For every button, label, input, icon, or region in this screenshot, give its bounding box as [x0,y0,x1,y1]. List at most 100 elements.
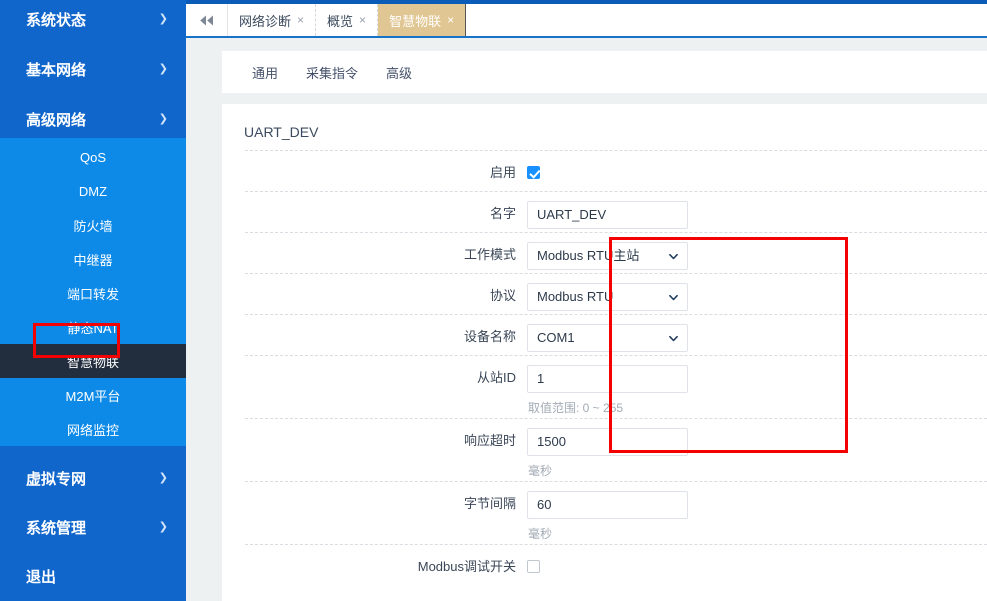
field-control-name: UART_DEV [527,201,987,229]
field-label-modbus-debug: Modbus调试开关 [245,554,527,580]
form-row-response-timeout: 响应超时 1500 毫秒 [245,418,987,481]
slave-id-input[interactable]: 1 [527,365,688,393]
field-control-device-name: COM1 [527,324,987,352]
sidebar-item-static-nat[interactable]: 静态NAT [0,310,186,344]
sidebar-group-system-management[interactable]: 系统管理 ❯ [0,508,186,546]
sidebar-item-label: 退出 [26,566,56,587]
sidebar-item-dmz[interactable]: DMZ [0,174,186,208]
tab-overview[interactable]: 概览 × [316,4,378,36]
work-mode-select[interactable]: Modbus RTU主站 [527,242,688,270]
app-root: 系统状态 ❯ 基本网络 ❯ 高级网络 ❯ QoS DMZ 防火墙 中继器 [0,0,987,601]
chevron-right-icon: ❯ [159,522,168,533]
field-control-enable [527,160,987,179]
field-label-slave-id: 从站ID [245,365,527,391]
sidebar-submenu-advanced-network: QoS DMZ 防火墙 中继器 端口转发 静态NAT 智慧物联 M2M平台 [0,138,186,446]
sidebar-item-logout[interactable]: 退出 [0,557,186,595]
sidebar-item-firewall[interactable]: 防火墙 [0,208,186,242]
close-icon[interactable]: × [359,13,366,27]
chevron-down-icon [669,252,678,261]
sidebar-item-smart-iot[interactable]: 智慧物联 [0,344,186,378]
sidebar-item-label: QoS [80,150,106,165]
sidebar-group-label: 系统管理 [26,517,86,538]
sidebar-item-label: DMZ [79,184,107,199]
field-control-response-timeout: 1500 毫秒 [527,428,987,481]
protocol-select[interactable]: Modbus RTU [527,283,688,311]
sidebar-item-network-monitor[interactable]: 网络监控 [0,412,186,446]
field-label-enable: 启用 [245,160,527,186]
tab-bar: 网络诊断 × 概览 × 智慧物联 × [186,4,987,38]
response-timeout-hint: 毫秒 [527,456,987,481]
sidebar-item-qos[interactable]: QoS [0,140,186,174]
sidebar-group-vpn[interactable]: 虚拟专网 ❯ [0,459,186,497]
sidebar-item-label: 智慧物联 [67,352,119,371]
double-chevron-left-icon[interactable] [186,4,228,36]
sidebar-item-label: 防火墙 [73,216,112,235]
chevron-right-icon: ❯ [159,64,168,75]
sidebar-group-label: 高级网络 [26,109,86,130]
main-area: 网络诊断 × 概览 × 智慧物联 × 通用 采集指令 高级 UART_DEV 启… [186,0,987,601]
device-name-value: COM1 [537,325,575,351]
sidebar-group-label: 系统状态 [26,9,86,30]
tab-label: 智慧物联 [389,11,441,30]
sidebar-item-m2m-platform[interactable]: M2M平台 [0,378,186,412]
sidebar-group-basic-network[interactable]: 基本网络 ❯ [0,50,186,88]
tab-smart-iot[interactable]: 智慧物联 × [378,4,466,36]
sidebar-item-label: 中继器 [73,250,112,269]
field-label-name: 名字 [245,201,527,227]
field-control-modbus-debug [527,554,987,573]
chevron-down-icon: ❯ [159,114,168,125]
close-icon[interactable]: × [297,13,304,27]
field-control-protocol: Modbus RTU [527,283,987,311]
sidebar-item-label: 网络监控 [67,420,119,439]
sidebar-group-advanced-network[interactable]: 高级网络 ❯ [0,100,186,138]
collapse-glyph [199,15,215,26]
work-mode-value: Modbus RTU主站 [537,243,639,269]
sidebar-item-port-forwarding[interactable]: 端口转发 [0,276,186,310]
form-row-work-mode: 工作模式 Modbus RTU主站 [245,232,987,273]
form-title: UART_DEV [222,118,987,150]
sidebar-group-label: 基本网络 [26,59,86,80]
field-label-protocol: 协议 [245,283,527,309]
response-timeout-input[interactable]: 1500 [527,428,688,456]
tab-collection-commands[interactable]: 采集指令 [292,63,372,82]
sidebar-item-label: 端口转发 [67,284,119,303]
name-input[interactable]: UART_DEV [527,201,688,229]
tab-network-diagnostics[interactable]: 网络诊断 × [228,4,316,36]
form-row-device-name: 设备名称 COM1 [245,314,987,355]
tab-label: 网络诊断 [239,11,291,30]
protocol-value: Modbus RTU [537,284,613,310]
sub-tab-bar: 通用 采集指令 高级 [222,51,987,93]
chevron-right-icon: ❯ [159,473,168,484]
sidebar-group-label: 虚拟专网 [26,468,86,489]
chevron-down-icon [669,334,678,343]
field-label-work-mode: 工作模式 [245,242,527,268]
form-row-protocol: 协议 Modbus RTU [245,273,987,314]
field-control-slave-id: 1 取值范围: 0 ~ 255 [527,365,987,418]
sidebar-group-system-status[interactable]: 系统状态 ❯ [0,0,186,38]
close-icon[interactable]: × [447,13,454,27]
sidebar-item-label: 静态NAT [67,318,118,337]
field-label-byte-gap: 字节间隔 [245,491,527,517]
slave-id-hint: 取值范围: 0 ~ 255 [527,393,987,418]
form-row-slave-id: 从站ID 1 取值范围: 0 ~ 255 [245,355,987,418]
byte-gap-hint: 毫秒 [527,519,987,544]
form-row-name: 名字 UART_DEV [245,191,987,232]
device-name-select[interactable]: COM1 [527,324,688,352]
checkbox-modbus-debug[interactable] [527,560,540,573]
tab-general[interactable]: 通用 [238,63,292,82]
field-control-work-mode: Modbus RTU主站 [527,242,987,270]
tab-advanced[interactable]: 高级 [372,63,426,82]
field-label-device-name: 设备名称 [245,324,527,350]
form-row-enable: 启用 [245,150,987,191]
form-row-byte-gap: 字节间隔 60 毫秒 [245,481,987,544]
form-row-modbus-debug: Modbus调试开关 [245,544,987,585]
tab-label: 概览 [327,11,353,30]
sidebar: 系统状态 ❯ 基本网络 ❯ 高级网络 ❯ QoS DMZ 防火墙 中继器 [0,0,186,601]
chevron-down-icon [669,293,678,302]
field-control-byte-gap: 60 毫秒 [527,491,987,544]
chevron-right-icon: ❯ [159,14,168,25]
field-label-response-timeout: 响应超时 [245,428,527,454]
checkbox-enable[interactable] [527,166,540,179]
byte-gap-input[interactable]: 60 [527,491,688,519]
sidebar-item-repeater[interactable]: 中继器 [0,242,186,276]
